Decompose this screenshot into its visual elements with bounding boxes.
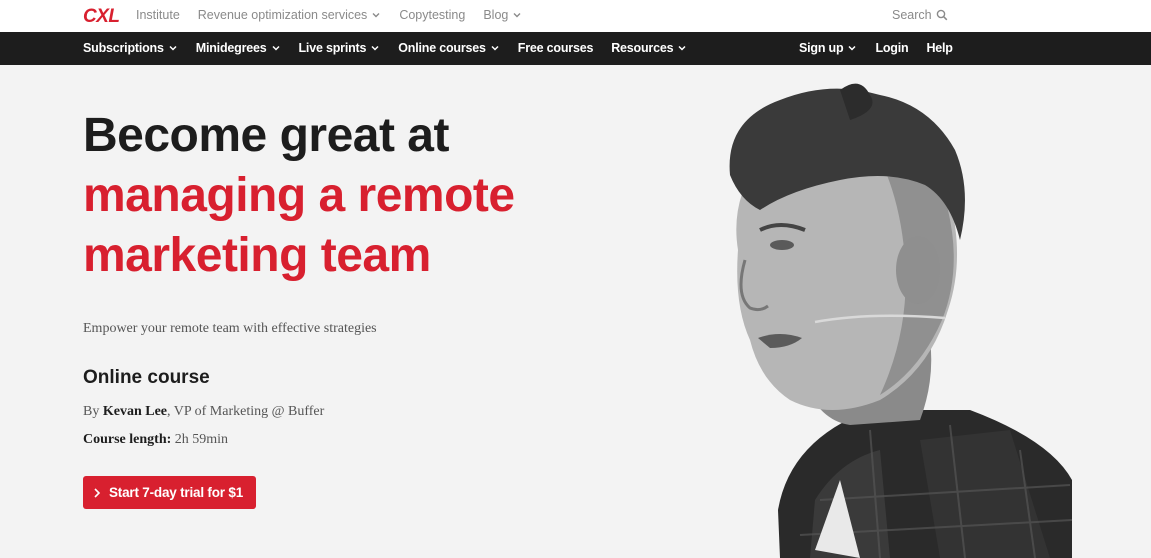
chevron-down-icon [678,45,686,51]
main-nav-right: Sign up Login Help [799,41,953,55]
chevron-right-icon [94,487,101,498]
nav-item-help[interactable]: Help [926,41,952,55]
nav-item-login[interactable]: Login [875,41,908,55]
instructor-name: Kevan Lee [102,404,167,419]
nav-item-minidegrees[interactable]: Minidegrees [196,41,281,55]
course-type-label: Online course [83,367,210,388]
main-nav-left: Subscriptions Minidegrees Live sprints O… [83,41,687,55]
course-length: Course length: 2h 59min [83,432,228,448]
start-trial-label: Start 7-day trial for $1 [109,485,243,500]
nav-item-online-courses[interactable]: Online courses [398,41,500,55]
cxl-logo[interactable]: CXL [83,6,120,28]
instructor-title: , VP of Marketing @ Buffer [167,404,325,419]
nav-item-sign-up[interactable]: Sign up [799,41,857,55]
headline-line-1: Become great at [83,109,449,162]
headline-line-3: marketing team [83,229,431,282]
chevron-down-icon [169,45,177,51]
hero-subtitle: Empower your remote team with effective … [83,321,377,336]
chevron-down-icon [848,45,856,51]
nav-item-live-sprints[interactable]: Live sprints [299,41,381,55]
start-trial-button[interactable]: Start 7-day trial for $1 [83,476,256,509]
top-links: Institute Revenue optimization services … [136,8,522,22]
chevron-down-icon [513,13,521,18]
nav-item-subscriptions[interactable]: Subscriptions [83,41,178,55]
course-length-value: 2h 59min [171,432,229,447]
top-bar: CXL Institute Revenue optimization servi… [0,0,1151,32]
nav-item-free-courses[interactable]: Free courses [518,41,594,55]
instructor-photo [729,83,1073,558]
nav-item-resources[interactable]: Resources [611,41,687,55]
top-link-blog[interactable]: Blog [483,8,522,22]
course-length-label: Course length: [83,432,172,447]
by-prefix: By [83,404,103,419]
top-link-revenue-optimization[interactable]: Revenue optimization services [198,8,382,22]
chevron-down-icon [371,45,379,51]
headline-line-2: managing a remote [83,169,515,222]
search-label: Search [892,8,932,22]
search-icon [936,9,947,21]
chevron-down-icon [491,45,499,51]
instructor-byline: By Kevan Lee, VP of Marketing @ Buffer [83,404,324,420]
chevron-down-icon [372,13,380,18]
top-link-institute[interactable]: Institute [136,8,180,22]
search-button[interactable]: Search [892,8,948,22]
top-link-copytesting[interactable]: Copytesting [399,8,465,22]
chevron-down-icon [271,45,280,51]
main-nav: Subscriptions Minidegrees Live sprints O… [0,32,1151,65]
